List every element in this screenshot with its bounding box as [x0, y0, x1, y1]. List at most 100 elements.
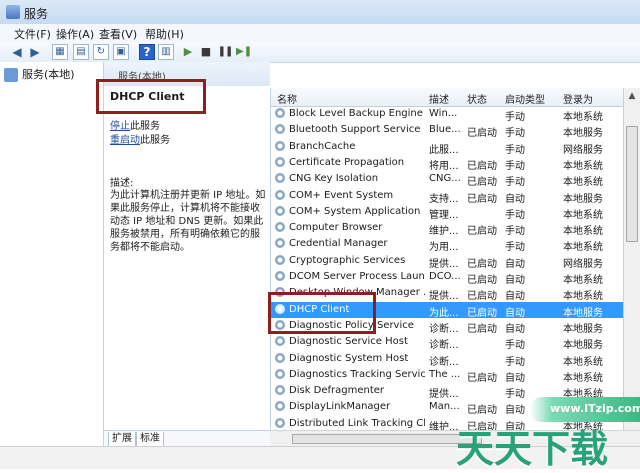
table-row[interactable]: Computer Browser 维护... 已启动 手动 本地系统	[271, 220, 625, 238]
vertical-scroll-thumb[interactable]	[626, 126, 638, 242]
tab-standard[interactable]: 标准	[136, 432, 164, 447]
table-row[interactable]: Diagnostic Policy Service 诊断... 已启动 自动 本地服务	[271, 318, 625, 335]
service-gear-icon	[275, 417, 285, 428]
service-startup-type-cell: 手动	[505, 209, 525, 221]
service-description-cell: 提供...	[429, 389, 459, 401]
table-row[interactable]: COM+ System Application 管理... 手动 本地系统	[271, 204, 625, 221]
column-name-header[interactable]: 名称	[277, 91, 297, 106]
restart-icon[interactable]: ▶❚	[236, 44, 252, 60]
column-startup-type-header[interactable]: 启动类型	[505, 91, 545, 106]
service-description-cell: The ...	[429, 368, 461, 380]
services-list[interactable]: 名称 描述 状态 启动类型 登录为 Block Level Backup Eng…	[270, 88, 625, 430]
menu-file[interactable]: 文件(F)	[14, 26, 51, 42]
column-description-header[interactable]: 描述	[429, 91, 449, 106]
service-name-cell: CNG Key Isolation	[289, 173, 379, 185]
title-bar[interactable]: 服务	[0, 0, 640, 25]
service-name-cell: Distributed Link Tracking Cl...	[289, 417, 425, 429]
column-logon-as-header[interactable]: 登录为	[563, 91, 593, 106]
start-icon[interactable]: ▶	[180, 44, 196, 60]
menu-view[interactable]: 查看(V)	[99, 26, 137, 42]
menu-help[interactable]: 帮助(H)	[145, 26, 184, 42]
service-startup-type-cell: 手动	[505, 112, 525, 123]
pause-icon[interactable]: ❚❚	[217, 44, 234, 60]
service-description-cell: CNG...	[429, 173, 461, 185]
service-status-cell: 已启动	[467, 193, 497, 205]
help-icon[interactable]: ?	[139, 44, 155, 60]
service-gear-icon	[275, 189, 285, 200]
console-icon[interactable]: ▥	[158, 44, 174, 60]
service-startup-type-cell: 手动	[505, 356, 525, 368]
service-status-cell: 已启动	[467, 323, 497, 335]
table-row[interactable]: Certificate Propagation 将用... 已启动 手动 本地系统	[271, 155, 625, 172]
service-logon-as-cell: 本地系统	[563, 160, 603, 172]
list-header: 名称 描述 状态 启动类型 登录为	[271, 88, 625, 107]
service-status-cell: 已启动	[467, 128, 497, 140]
menu-action[interactable]: 操作(A)	[56, 26, 94, 42]
services-icon	[4, 68, 18, 82]
table-row[interactable]: Desktop Window Manager ... 提供... 已启动 自动 本地系统	[271, 285, 625, 303]
service-gear-icon	[275, 368, 285, 379]
table-row[interactable]: COM+ Event System 支持... 已启动 自动 本地服务	[271, 188, 625, 205]
restart-service-action: 重启动此服务	[110, 134, 170, 148]
table-row[interactable]: BranchCache 此服... 手动 网络服务	[271, 139, 625, 156]
watermark-logo: 天天下载	[456, 427, 609, 471]
service-logon-as-cell: 本地系统	[563, 209, 603, 221]
service-name-cell: Diagnostic Policy Service	[289, 319, 414, 331]
table-row[interactable]: Bluetooth Support Service Blue... 已启动 手动 本地服…	[271, 122, 625, 140]
service-gear-icon	[275, 271, 285, 281]
service-name-cell: Certificate Propagation	[289, 156, 405, 168]
stop-service-link[interactable]: 停止	[110, 121, 130, 132]
restart-service-text: 此服务	[140, 135, 170, 146]
refresh-icon[interactable]: ↻	[93, 44, 109, 60]
console-tree-icon[interactable]: ▦	[52, 44, 68, 60]
tree-item-services-local[interactable]: 服务(本地)	[4, 66, 75, 84]
service-name-cell: DisplayLinkManager	[289, 401, 391, 413]
service-name-cell: COM+ Event System	[289, 189, 394, 201]
tree-item-label: 服务(本地)	[22, 68, 75, 81]
service-startup-type-cell: 手动	[505, 128, 525, 140]
service-logon-as-cell: 本地系统	[563, 291, 603, 303]
table-row[interactable]: Diagnostic Service Host 诊断... 手动 本地服务	[271, 334, 625, 352]
service-name-cell: Bluetooth Support Service	[289, 124, 421, 136]
table-row[interactable]: Diagnostics Tracking Service The ... 已启动 自动…	[271, 367, 625, 384]
horizontal-scroll-thumb[interactable]	[292, 434, 482, 444]
service-startup-type-cell: 手动	[505, 226, 525, 238]
service-description-cell: 为用...	[429, 242, 459, 254]
service-status-cell: 已启动	[467, 291, 497, 303]
table-row[interactable]: CNG Key Isolation CNG... 已启动 手动 本地系统	[271, 171, 625, 189]
service-logon-as-cell: 本地系统	[563, 242, 603, 254]
service-startup-type-cell: 手动	[505, 177, 525, 189]
restart-service-link[interactable]: 重启动	[110, 135, 140, 146]
service-status-cell: 已启动	[467, 226, 497, 238]
service-startup-type-cell: 自动	[505, 323, 525, 335]
service-name-cell: Desktop Window Manager ...	[289, 287, 425, 299]
table-row[interactable]: Diagnostic System Host 诊断... 手动 本地系统	[271, 351, 625, 368]
vertical-scrollbar[interactable]: ▲	[623, 88, 640, 430]
arrow-right-icon[interactable]: ▶	[27, 44, 43, 60]
service-description-cell: 诊断...	[429, 340, 459, 352]
table-row[interactable]: Cryptographic Services 提供... 已启动 自动 网络服务	[271, 253, 625, 270]
properties-icon[interactable]: ▣	[113, 44, 129, 60]
service-logon-as-cell: 本地系统	[563, 177, 603, 189]
service-gear-icon	[275, 303, 285, 314]
column-status-header[interactable]: 状态	[467, 91, 487, 106]
services-app-icon	[6, 5, 20, 19]
service-logon-as-cell: 本地系统	[563, 112, 603, 123]
service-gear-icon	[275, 205, 285, 216]
table-row[interactable]: Block Level Backup Engine ... Win... 手动 本地系…	[271, 106, 625, 123]
service-gear-icon	[275, 108, 285, 118]
stop-service-action: 停止此服务	[110, 120, 160, 134]
export-list-icon[interactable]: ▤	[73, 44, 89, 60]
service-logon-as-cell: 本地系统	[563, 372, 603, 384]
service-logon-as-cell: 本地服务	[563, 323, 603, 335]
service-name-cell: Diagnostic Service Host	[289, 336, 408, 348]
table-row[interactable]: DCOM Server Process Laun... DCO... 已启动 自动 本地…	[271, 269, 625, 286]
service-description-cell: Win...	[429, 108, 458, 119]
service-logon-as-cell: 网络服务	[563, 258, 603, 270]
scroll-up-icon[interactable]: ▲	[624, 88, 640, 104]
table-row[interactable]: Credential Manager 为用... 手动 本地系统	[271, 236, 625, 254]
stop-icon[interactable]: ■	[198, 44, 214, 60]
table-row-selected[interactable]: DHCP Client 为此... 已启动 自动 本地服务	[271, 301, 625, 319]
arrow-left-icon[interactable]: ◀	[9, 44, 25, 60]
tab-extended[interactable]: 扩展	[108, 432, 136, 447]
